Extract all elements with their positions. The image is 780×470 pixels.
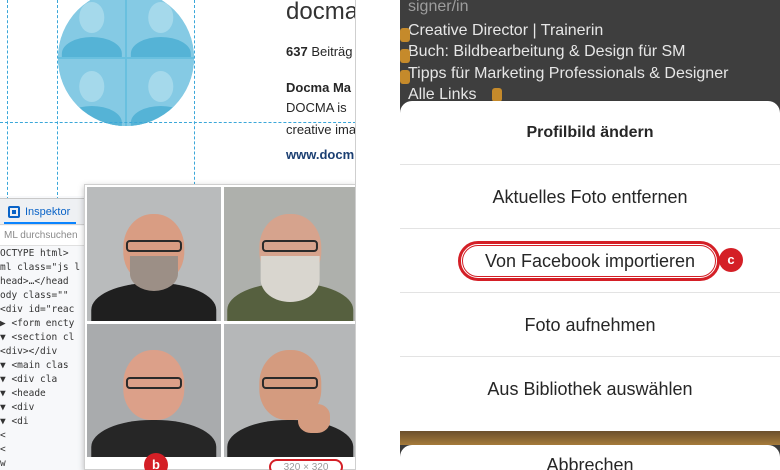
app-panel: signer/in Creative Director | Trainerin … — [400, 0, 780, 470]
choose-from-library-button[interactable]: Aus Bibliothek auswählen — [400, 357, 780, 421]
posts-number: 637 — [286, 44, 308, 59]
bio-line: Buch: Bildbearbeitung & Design für SM — [408, 43, 686, 60]
bio-line: creative ima — [286, 122, 356, 137]
bio-line: DOCMA is — [286, 100, 347, 115]
bio-line: signer/in — [408, 0, 469, 15]
emoji-icon — [400, 49, 410, 63]
callout-marker-c: c — [719, 248, 743, 272]
bio-line: Creative Director | Trainerin — [408, 22, 604, 39]
preview-photo — [87, 323, 221, 457]
image-preview-tooltip: 320 × 320 — [84, 184, 355, 470]
photo-hand — [298, 403, 331, 433]
emoji-icon — [400, 28, 410, 42]
preview-photo — [223, 187, 355, 321]
browser-panel: docma 637 Beiträg Docma Ma DOCMA is crea… — [0, 0, 356, 470]
profile-username: docma — [286, 0, 356, 25]
sheet-title: Profilbild ändern — [400, 101, 780, 165]
preview-photo — [87, 187, 221, 321]
cancel-button[interactable]: Abbrechen — [400, 445, 780, 470]
guide-line-vertical — [194, 0, 195, 200]
take-photo-button[interactable]: Foto aufnehmen — [400, 293, 780, 357]
profile-page: docma 637 Beiträg Docma Ma DOCMA is crea… — [0, 0, 356, 200]
emoji-icon — [492, 88, 502, 102]
screenshot: docma 637 Beiträg Docma Ma DOCMA is crea… — [0, 0, 780, 470]
bio-line: Tipps für Marketing Professionals & Desi… — [408, 65, 729, 82]
inspector-icon — [8, 206, 20, 218]
photo-glasses — [125, 240, 182, 253]
photo-glasses — [125, 376, 182, 389]
bio-name: Docma Ma — [286, 80, 352, 95]
posts-count: 637 Beiträg — [286, 44, 353, 59]
guide-line-vertical — [7, 0, 8, 200]
tab-inspector[interactable]: Inspektor — [4, 202, 77, 224]
bio-link[interactable]: www.docm — [286, 147, 354, 162]
preview-photo-grid — [87, 187, 355, 457]
photo-beard — [260, 256, 320, 302]
posts-label: Beiträg — [311, 44, 353, 59]
photo-body — [91, 419, 217, 457]
background-strip — [400, 431, 780, 445]
guide-line-vertical — [57, 0, 58, 200]
profile-bio-dimmed: signer/in Creative Director | Trainerin … — [400, 0, 780, 103]
preview-photo — [223, 323, 355, 457]
photo-glasses — [262, 376, 319, 389]
callout-marker-b: b — [144, 453, 168, 470]
image-dimensions-label: 320 × 320 — [269, 459, 343, 470]
photo-beard — [129, 256, 178, 292]
tab-inspector-label: Inspektor — [25, 206, 71, 218]
emoji-icon — [400, 70, 410, 84]
photo-glasses — [262, 240, 319, 253]
remove-photo-button[interactable]: Aktuelles Foto entfernen — [400, 165, 780, 229]
photo-body — [227, 419, 353, 457]
highlight-ring — [458, 241, 720, 281]
